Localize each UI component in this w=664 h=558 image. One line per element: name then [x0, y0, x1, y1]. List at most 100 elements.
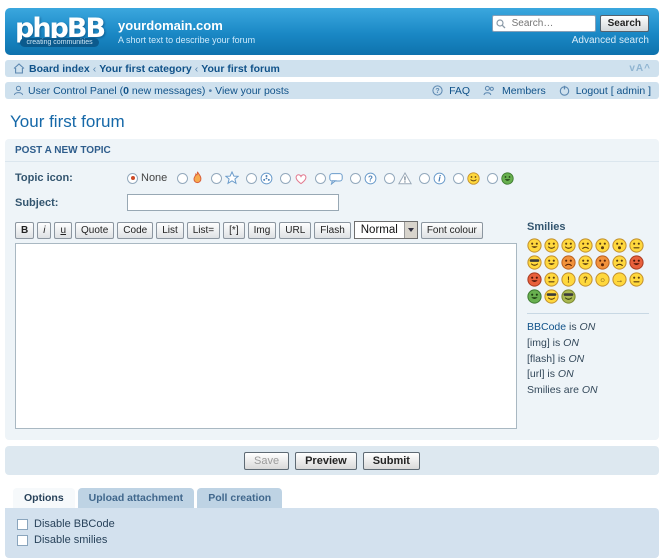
bbcode-guide-link[interactable]: BBCode — [527, 321, 566, 333]
bbcode-flash-button[interactable]: Flash — [314, 222, 350, 239]
smiley-question[interactable]: ? — [578, 272, 593, 287]
search-input[interactable] — [510, 17, 592, 30]
bbcode-url-button[interactable]: URL — [279, 222, 311, 239]
smiley-geek[interactable] — [544, 289, 559, 304]
breadcrumb-separator: ‹ — [93, 63, 97, 75]
info-icon: i — [433, 172, 446, 185]
smiley-razz[interactable] — [578, 255, 593, 270]
topic-icon-option — [177, 171, 204, 185]
bbcode-status-line: [url] is ON — [527, 367, 649, 383]
smiley-evil[interactable] — [629, 255, 644, 270]
topic-icon-radio-none[interactable] — [127, 173, 138, 184]
svg-text:?: ? — [583, 276, 588, 285]
svg-text:?: ? — [368, 174, 373, 183]
message-textarea[interactable] — [15, 243, 517, 429]
smiley-arrow[interactable]: → — [612, 272, 627, 287]
bbcode-status-line: BBCode is ON — [527, 320, 649, 336]
mrgreen-icon — [501, 172, 514, 185]
topic-icon-radio-asterisk[interactable] — [246, 173, 257, 184]
view-your-posts-link[interactable]: View your posts — [215, 85, 289, 97]
checkbox-disable-bbcode[interactable] — [17, 519, 28, 530]
subject-label: Subject: — [15, 197, 127, 209]
change-font-size-control[interactable]: vA^ — [629, 63, 651, 74]
panel-title: POST A NEW TOPIC — [5, 139, 659, 162]
bbcode-status-line: [img] is ON — [527, 336, 649, 352]
divider — [527, 313, 649, 314]
smiley-confused[interactable] — [629, 238, 644, 253]
smiley-exclamation[interactable]: ! — [561, 272, 576, 287]
subject-input[interactable] — [127, 194, 339, 211]
members-icon — [483, 85, 496, 96]
smiley-wink[interactable] — [561, 238, 576, 253]
bbcode-code-button[interactable]: Code — [117, 222, 153, 239]
bbcode-img-button[interactable]: Img — [248, 222, 277, 239]
bbcode-underline-button[interactable]: u — [54, 222, 72, 239]
user-bar-right: ? FAQ Members Logout [ admin ] — [422, 85, 651, 97]
save-button[interactable]: Save — [244, 452, 289, 470]
editor-area: BiuQuoteCodeListList=[*]ImgURLFlashNorma… — [15, 221, 649, 432]
topic-icon-option — [315, 172, 343, 185]
submit-button[interactable]: Submit — [363, 452, 420, 470]
smiley-rolleyes[interactable] — [544, 272, 559, 287]
topic-icon-radio-fire[interactable] — [177, 173, 188, 184]
topic-icon-radio-star[interactable] — [211, 173, 222, 184]
smiley-mad[interactable] — [561, 255, 576, 270]
faq-link[interactable]: FAQ — [449, 85, 470, 97]
smiley-surprised[interactable] — [595, 238, 610, 253]
smiley-cool[interactable] — [527, 255, 542, 270]
topic-icon-radio-attention[interactable] — [384, 173, 395, 184]
smiley-smile[interactable] — [544, 238, 559, 253]
bbcode-list-item-button[interactable]: [*] — [223, 222, 244, 239]
smiley-mr-green[interactable] — [527, 289, 542, 304]
topic-icon-radio-smile[interactable] — [453, 173, 464, 184]
bbcode-status-line: [flash] is ON — [527, 352, 649, 368]
topic-icon-radio-question[interactable] — [350, 173, 361, 184]
bbcode-bold-button[interactable]: B — [15, 222, 34, 239]
smiley-twisted[interactable] — [527, 272, 542, 287]
post-new-topic-panel: POST A NEW TOPIC Topic icon: None?!i Sub… — [5, 139, 659, 440]
smiley-shocked[interactable] — [612, 238, 627, 253]
phpbb-logo-tagline: creating communities — [20, 38, 98, 47]
bbcode-quote-button[interactable]: Quote — [75, 222, 114, 239]
smiley-neutral[interactable] — [629, 272, 644, 287]
topic-icon-radio-info[interactable] — [419, 173, 430, 184]
breadcrumb-link[interactable]: Board index — [29, 63, 90, 75]
advanced-search-link[interactable]: Advanced search — [492, 35, 649, 46]
smiley-laughing[interactable] — [544, 255, 559, 270]
checkbox-disable-smilies[interactable] — [17, 535, 28, 546]
topic-icon-radio-bubble[interactable] — [315, 173, 326, 184]
smiley-crying[interactable] — [612, 255, 627, 270]
font-size-select[interactable]: Normal — [354, 221, 418, 239]
phpbb-logo[interactable]: phpBB creating communities — [15, 17, 104, 47]
ucp-link[interactable]: User Control Panel — [28, 85, 117, 97]
smiley-idea[interactable]: ○ — [595, 272, 610, 287]
smiley-grid: !? ○→ — [527, 238, 649, 304]
breadcrumb: Board index‹Your first category‹Your fir… — [29, 63, 280, 75]
topic-icon-radio-heart[interactable] — [280, 173, 291, 184]
tab-poll-creation[interactable]: Poll creation — [197, 488, 282, 508]
bbcode-status-list: BBCode is ON[img] is ON[flash] is ON[url… — [527, 320, 649, 399]
preview-button[interactable]: Preview — [295, 452, 357, 470]
bottom-tabs: OptionsUpload attachmentPoll creation — [5, 488, 659, 508]
breadcrumb-separator: ‹ — [195, 63, 199, 75]
smiley-ultra-geek[interactable] — [561, 289, 576, 304]
members-link[interactable]: Members — [502, 85, 546, 97]
tab-options[interactable]: Options — [13, 488, 75, 508]
search-button[interactable]: Search — [600, 15, 649, 32]
search-area: Search Advanced search — [492, 15, 649, 46]
smiley-embarrassed[interactable] — [595, 255, 610, 270]
tab-upload-attachment[interactable]: Upload attachment — [78, 488, 195, 508]
subject-row: Subject: — [15, 194, 649, 211]
breadcrumb-link[interactable]: Your first category — [99, 63, 192, 75]
bbcode-italic-button[interactable]: i — [37, 222, 51, 239]
bbcode-list-eq-button[interactable]: List= — [187, 222, 220, 239]
smiley-very-happy[interactable] — [527, 238, 542, 253]
breadcrumb-link[interactable]: Your first forum — [201, 63, 280, 75]
topic-icon-option: ? — [350, 172, 377, 185]
logout-link[interactable]: Logout [ admin ] — [576, 85, 651, 97]
font-colour-button[interactable]: Font colour — [421, 222, 483, 239]
topic-icon-option: i — [419, 172, 446, 185]
bbcode-list-button[interactable]: List — [156, 222, 184, 239]
smiley-sad[interactable] — [578, 238, 593, 253]
topic-icon-radio-mrgreen[interactable] — [487, 173, 498, 184]
